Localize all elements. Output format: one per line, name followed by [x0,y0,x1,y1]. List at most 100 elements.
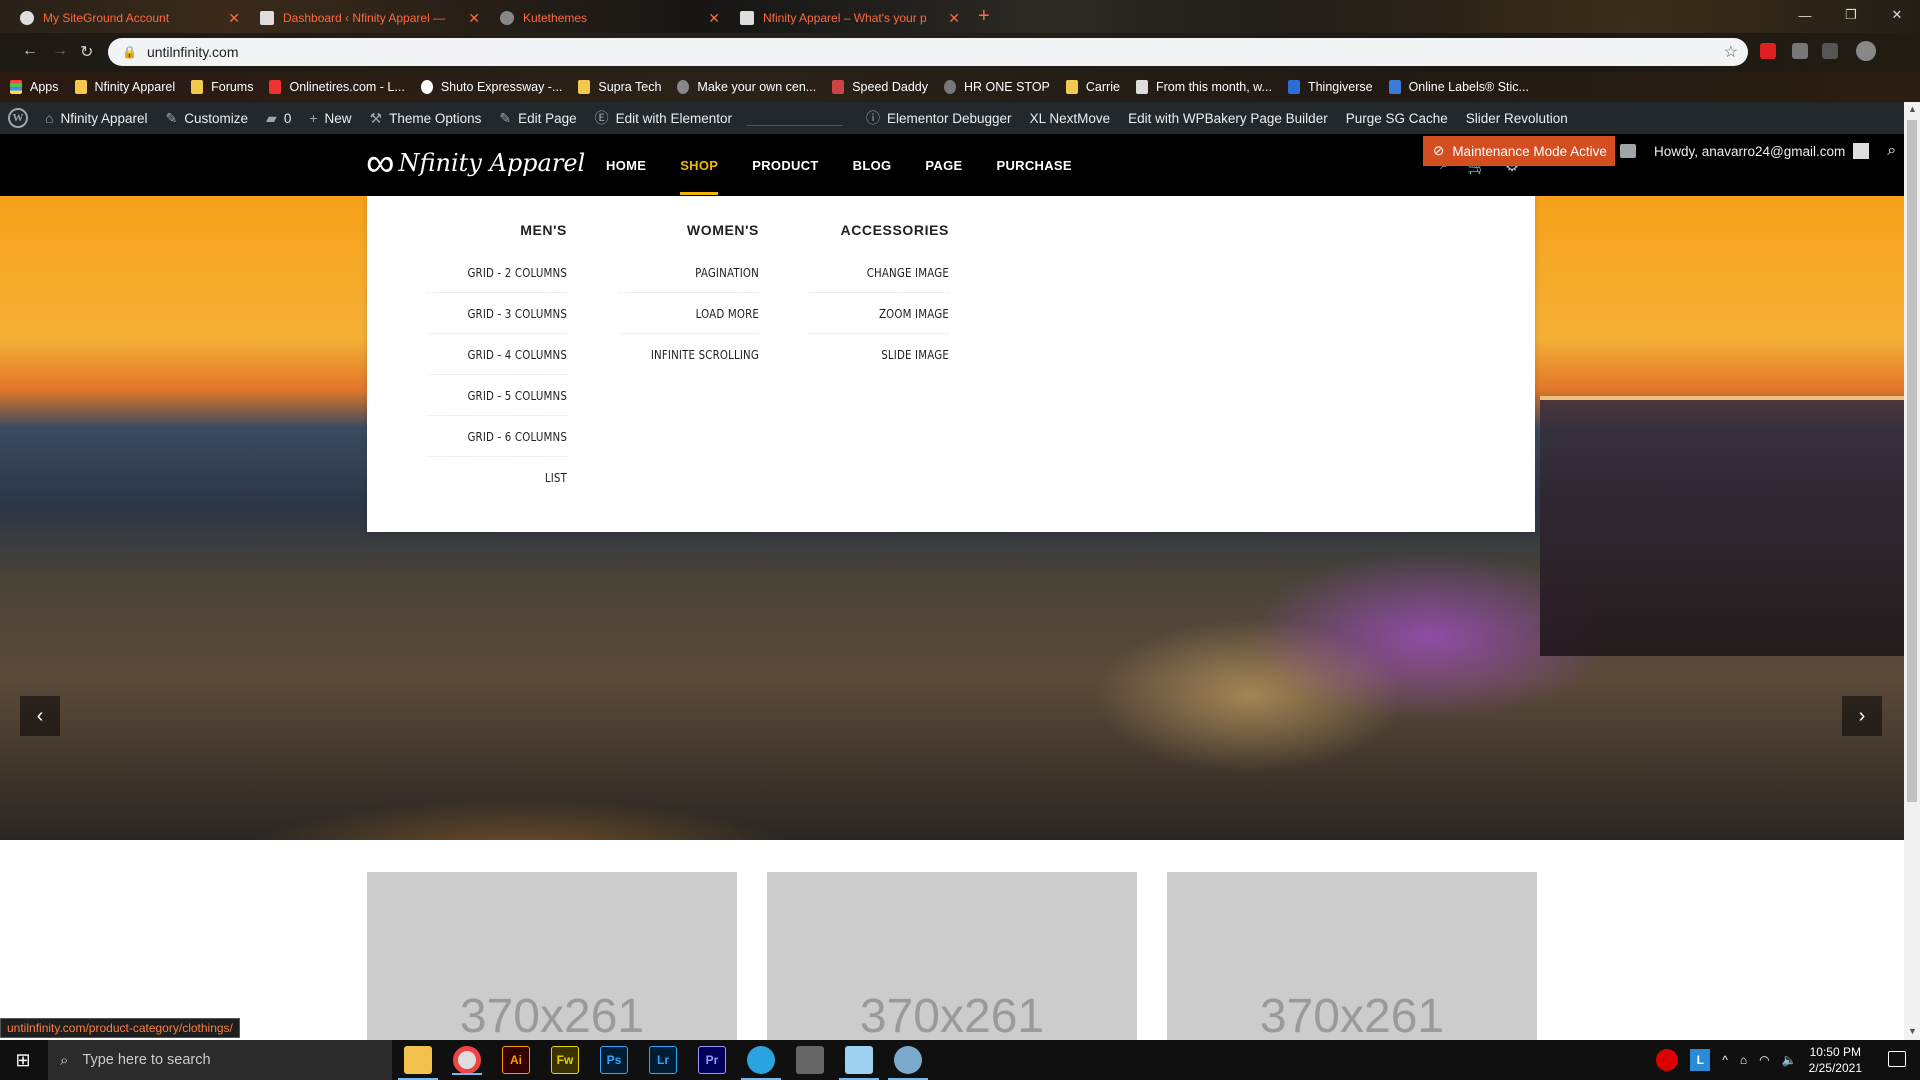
illustrator-icon[interactable]: Ai [502,1046,530,1074]
premiere-icon[interactable]: Pr [698,1046,726,1074]
nav-shop[interactable]: SHOP [680,158,719,195]
menu-item[interactable]: Pagination [619,252,759,293]
bookmark-item[interactable]: Forums [191,80,253,94]
forward-icon[interactable]: → [52,42,68,60]
fireworks-icon[interactable]: Fw [551,1046,579,1074]
nav-home[interactable]: HOME [606,158,646,173]
menu-item[interactable]: List [428,457,567,498]
taskbar-search[interactable]: ⌕ Type here to search [48,1040,392,1080]
bookmark-item[interactable]: Carrie [1065,80,1120,94]
bookmark-item[interactable]: Supra Tech [578,80,661,94]
close-icon[interactable]: ✕ [948,10,960,27]
menu-item[interactable]: Grid - 4 Columns [427,334,567,375]
windows-start-icon[interactable]: ⊞ [0,1040,46,1080]
menu-item[interactable]: Grid - 3 Columns [427,293,567,334]
admin-new[interactable]: + New [300,110,360,126]
minimize-icon[interactable]: — [1782,0,1828,30]
network-icon[interactable]: ⌂ [1740,1053,1747,1067]
wifi-icon[interactable]: ◠ [1759,1053,1769,1067]
bookmark-item[interactable]: Nfinity Apparel [74,80,175,94]
app-icon[interactable] [888,1046,928,1080]
profile-avatar[interactable] [1856,41,1876,61]
menu-item[interactable]: Grid - 5 Columns [427,375,567,416]
admin-comments[interactable]: ▰ 0 [257,110,300,127]
maintenance-mode-badge[interactable]: ⊘ Maintenance Mode Active [1423,136,1615,166]
admin-theme-options[interactable]: ⚒ Theme Options [361,110,491,127]
browser-tab[interactable]: Kutethemes ✕ [490,3,730,33]
photoshop-icon[interactable]: Ps [600,1046,628,1074]
volume-icon[interactable]: 🔈 [1782,1053,1797,1067]
bookmark-item[interactable]: Make your own cen... [677,80,816,94]
close-icon[interactable]: ✕ [708,10,720,27]
close-window-icon[interactable]: ✕ [1874,0,1920,30]
admin-search-icon[interactable]: ⌕ [1887,142,1896,160]
nav-page[interactable]: PAGE [925,158,962,173]
bookmark-item[interactable]: Onlinetires.com - L... [269,80,405,94]
pdf-extension-icon[interactable] [1760,43,1776,59]
tray-l-icon[interactable]: L [1690,1049,1711,1071]
menu-item[interactable]: Grid - 2 Columns [427,252,567,293]
admin-edit-page[interactable]: ✎ Edit Page [490,110,585,127]
bookmark-item[interactable]: Online Labels® Stic... [1388,80,1529,94]
slider-next-button[interactable]: › [1842,696,1882,736]
restore-icon[interactable]: ❐ [1828,0,1874,30]
admin-customize[interactable]: ✎ Customize [157,110,258,127]
menu-item[interactable]: Load More [619,293,759,334]
bookmark-item[interactable]: Apps [10,80,59,94]
close-icon[interactable]: ✕ [228,10,240,27]
chrome-icon[interactable] [452,1046,482,1075]
browser-tab[interactable]: My SiteGround Account ✕ [10,3,250,33]
notification-center-icon[interactable] [1888,1051,1906,1067]
product-placeholder[interactable]: 370x261 [367,872,737,1052]
bookmark-item[interactable]: From this month, w... [1135,80,1272,94]
admin-slider-revolution[interactable]: Slider Revolution [1457,111,1577,126]
scroll-down-icon[interactable]: ▼ [1908,1026,1917,1036]
bookmark-item[interactable]: Shuto Expressway -... [420,80,562,94]
slider-prev-button[interactable]: ‹ [20,696,60,736]
back-icon[interactable]: ← [22,42,38,60]
menu-item[interactable]: Grid - 6 Columns [427,416,567,457]
puzzle-extension-icon[interactable] [1792,43,1808,59]
address-bar[interactable]: 🔒 untilnfinity.com ☆ [108,38,1748,66]
admin-purge-cache[interactable]: Purge SG Cache [1337,111,1457,126]
reload-icon[interactable]: ↻ [80,42,93,62]
menu-item[interactable]: Zoom Image [809,293,949,334]
product-placeholder[interactable]: 370x261 [1167,872,1537,1052]
admin-account[interactable]: Howdy, anavarro24@gmail.com ⌕ [1620,136,1896,166]
menu-item[interactable]: Change Image [809,252,949,293]
browser-tab-active[interactable]: Nfinity Apparel – What's your p ✕ [730,3,970,33]
scrollbar-thumb[interactable] [1907,120,1917,802]
close-icon[interactable]: ✕ [468,10,480,27]
admin-edit-elementor[interactable]: Ⓔ Edit with Elementor [586,108,741,128]
menu-item[interactable]: Infinite Scrolling [620,334,759,375]
menu-item[interactable]: Slide Image [810,334,949,375]
page-scrollbar[interactable]: ▲ ▼ [1904,102,1920,1040]
admin-xl-nextmove[interactable]: XL NextMove [1021,111,1120,126]
nav-product[interactable]: PRODUCT [752,158,818,173]
chevron-up-icon[interactable]: ^ [1722,1053,1728,1067]
app-icon[interactable] [796,1046,824,1074]
nav-purchase[interactable]: PURCHASE [996,158,1071,173]
system-clock[interactable]: 10:50 PM 2/25/2021 [1809,1044,1862,1076]
browser-tab[interactable]: Dashboard ‹ Nfinity Apparel — ✕ [250,3,490,33]
tray-app-icon[interactable] [1656,1049,1679,1071]
notification-icon[interactable] [1620,144,1636,158]
product-placeholder[interactable]: 370x261 [767,872,1137,1052]
wordpress-logo-icon[interactable]: W [8,108,28,128]
bookmark-item[interactable]: Speed Daddy [832,80,928,94]
admin-wpbakery[interactable]: Edit with WPBakery Page Builder [1119,111,1337,126]
lightroom-icon[interactable]: Lr [649,1046,677,1074]
nav-blog[interactable]: BLOG [853,158,892,173]
new-tab-button[interactable]: + [978,5,990,28]
site-logo[interactable]: ∞ Nfinity Apparel [366,143,585,183]
bookmark-item[interactable]: Thingiverse [1287,80,1373,94]
file-explorer-icon[interactable] [398,1046,438,1080]
scroll-up-icon[interactable]: ▲ [1908,104,1917,114]
admin-site-name[interactable]: ⌂ Nfinity Apparel [36,110,157,126]
bookmark-star-icon[interactable]: ☆ [1724,42,1738,62]
bookmark-item[interactable]: HR ONE STOP [943,80,1050,94]
skype-icon[interactable] [741,1046,781,1080]
media-icon[interactable] [1822,43,1838,59]
app-icon[interactable] [839,1046,879,1080]
admin-elementor-debugger[interactable]: ⓘ Elementor Debugger [857,108,1021,128]
